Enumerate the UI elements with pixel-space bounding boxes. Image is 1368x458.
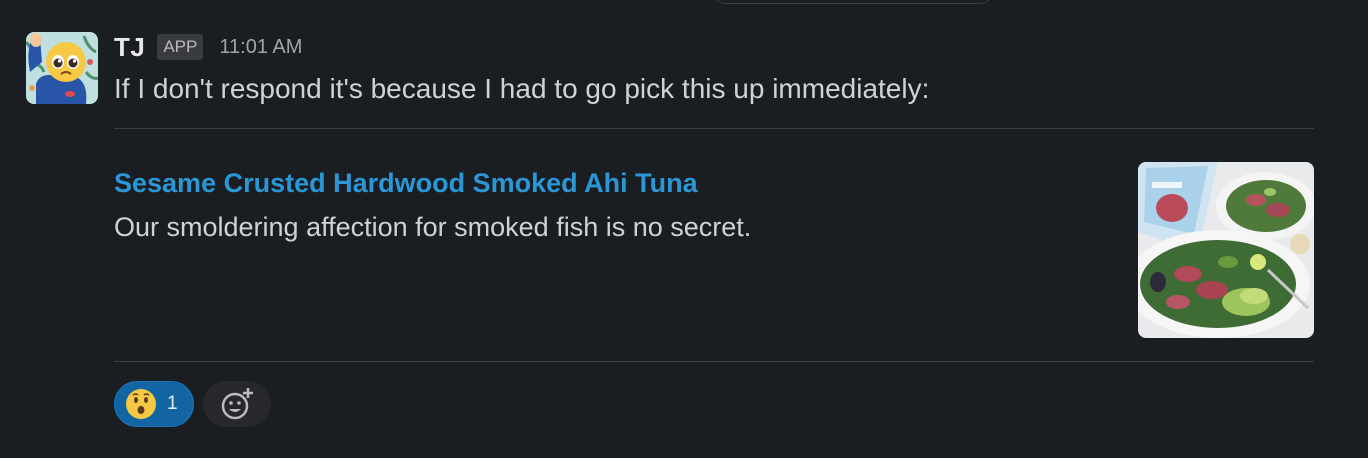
unfurl-title-link[interactable]: Sesame Crusted Hardwood Smoked Ahi Tuna [114, 168, 698, 199]
reaction-count: 1 [167, 393, 178, 414]
message: TJ APP 11:01 AM If I don't respond it's … [0, 0, 1368, 458]
app-badge: APP [157, 34, 204, 60]
unfurl-top-divider [114, 128, 1314, 129]
timestamp[interactable]: 11:01 AM [219, 36, 302, 59]
reactions-bar: 1 [114, 381, 271, 427]
sender-name[interactable]: TJ [114, 32, 145, 63]
add-reaction-button[interactable] [203, 381, 271, 427]
hushed-face-icon [126, 389, 156, 419]
tuna-salad-photo [1138, 162, 1314, 338]
reaction-hushed[interactable]: 1 [114, 381, 194, 427]
avatar[interactable] [26, 32, 98, 104]
unfurl-thumbnail[interactable] [1138, 162, 1314, 338]
pleading-face-raised-hand-icon [26, 32, 98, 104]
add-emoji-icon [221, 388, 253, 420]
unfurl-bottom-divider [114, 361, 1314, 362]
unfurl-description: Our smoldering affection for smoked fish… [114, 212, 752, 242]
message-text: If I don't respond it's because I had to… [114, 73, 930, 104]
message-header: TJ APP 11:01 AM [114, 30, 302, 64]
